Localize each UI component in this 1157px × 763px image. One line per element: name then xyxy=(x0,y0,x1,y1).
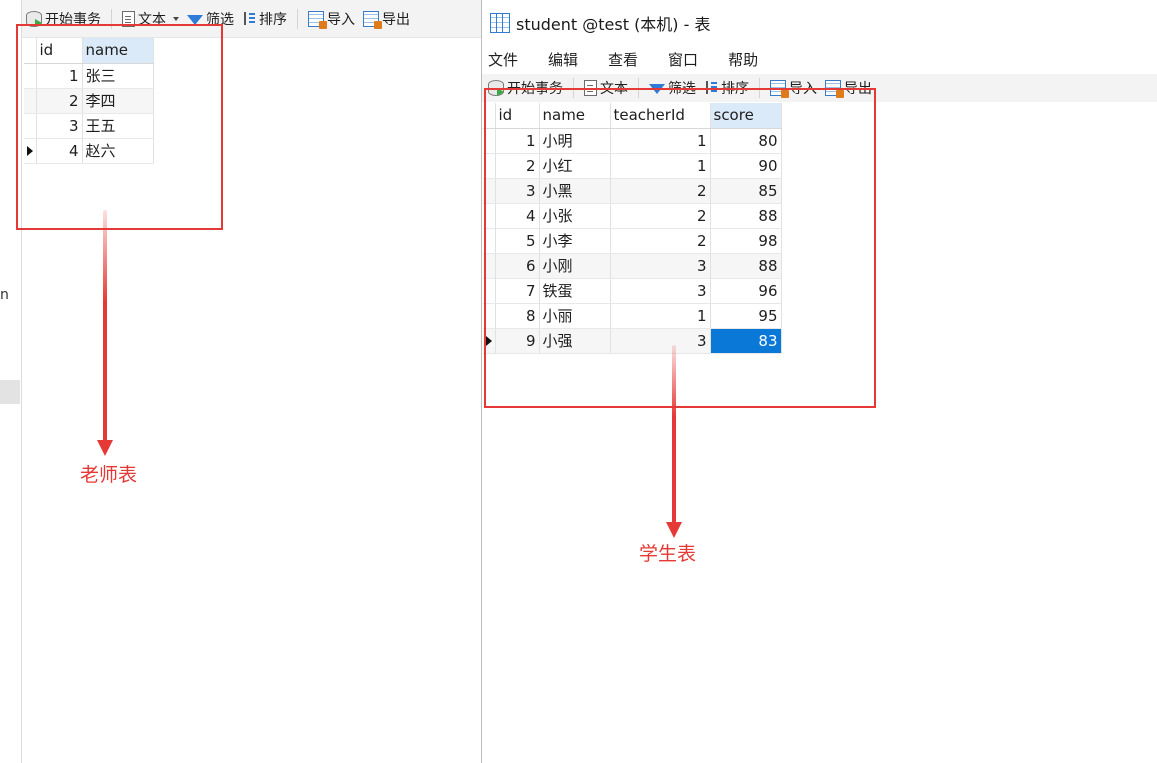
menu-bar: 文件 编辑 查看 窗口 帮助 xyxy=(482,45,1157,73)
sort-label: 排序 xyxy=(259,11,287,28)
student-table-highlight-box xyxy=(484,88,876,408)
nav-selected-item[interactable] xyxy=(0,380,20,404)
menu-view[interactable]: 查看 xyxy=(608,49,660,70)
chevron-down-icon[interactable] xyxy=(173,16,179,21)
menu-edit[interactable]: 编辑 xyxy=(548,49,600,70)
menu-help[interactable]: 帮助 xyxy=(728,49,780,70)
table-icon xyxy=(490,12,510,33)
arrow-down-icon xyxy=(666,522,682,538)
teacher-table-caption: 老师表 xyxy=(80,464,138,486)
toolbar-divider xyxy=(297,8,298,29)
window-title: student @test (本机) - 表 xyxy=(516,14,711,34)
export-icon xyxy=(363,10,382,29)
sort-button[interactable]: 排序 xyxy=(238,8,291,30)
menu-window[interactable]: 窗口 xyxy=(668,49,720,70)
import-button[interactable]: 导入 xyxy=(304,8,359,30)
student-table-caption: 学生表 xyxy=(639,543,697,565)
menu-file[interactable]: 文件 xyxy=(488,49,540,70)
import-label: 导入 xyxy=(327,11,355,28)
arrow-down-icon xyxy=(97,440,113,456)
teacher-table-highlight-box xyxy=(16,24,223,230)
window-titlebar[interactable]: student @test (本机) - 表 xyxy=(482,0,1157,45)
filter-icon xyxy=(187,14,203,25)
export-label: 导出 xyxy=(382,11,410,28)
sort-icon xyxy=(242,11,256,27)
teacher-arrow-shaft xyxy=(103,210,107,442)
import-icon xyxy=(308,10,327,29)
export-button[interactable]: 导出 xyxy=(359,8,414,30)
student-arrow-shaft xyxy=(672,345,676,525)
truncated-nav-text: n xyxy=(0,287,9,303)
